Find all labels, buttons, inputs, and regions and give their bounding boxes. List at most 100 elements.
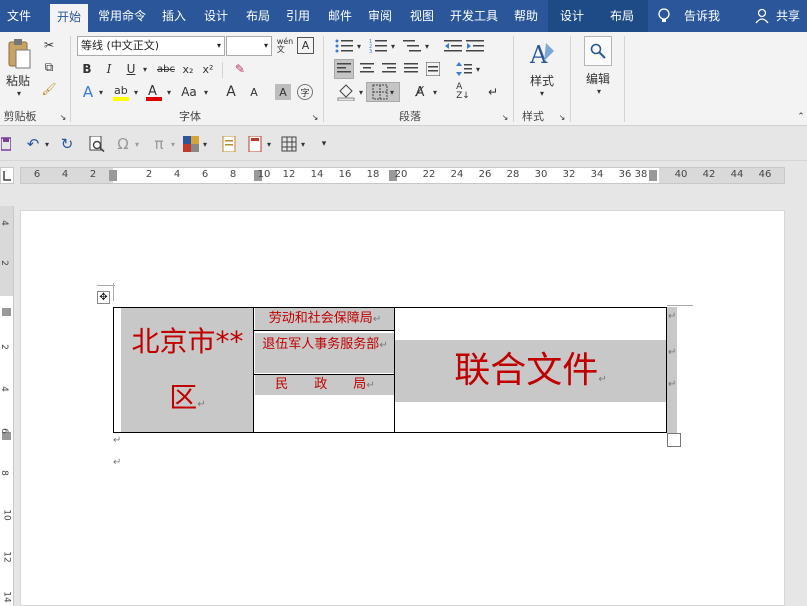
- dialog-launcher-icon[interactable]: ↘: [557, 112, 567, 122]
- bullets-icon[interactable]: [334, 36, 354, 56]
- row-marker[interactable]: [2, 308, 11, 316]
- search-icon[interactable]: [584, 36, 612, 66]
- paste-button[interactable]: 粘贴: [2, 72, 34, 88]
- tab-home[interactable]: 开始: [50, 4, 88, 32]
- paste-icon[interactable]: [6, 38, 32, 70]
- font-color-icon[interactable]: A: [144, 82, 164, 102]
- chevron-down-icon[interactable]: ▾: [265, 135, 273, 153]
- table-grid-icon[interactable]: [280, 135, 298, 153]
- chevron-down-icon[interactable]: ▾: [474, 59, 482, 79]
- chevron-down-icon[interactable]: ▾: [140, 60, 150, 78]
- column-marker[interactable]: [109, 170, 117, 181]
- character-shading-icon[interactable]: A: [275, 84, 291, 100]
- tab-developer[interactable]: 开发工具: [446, 0, 502, 32]
- share-button[interactable]: 共享: [772, 0, 804, 32]
- character-border-icon[interactable]: A: [297, 37, 314, 54]
- chevron-down-icon[interactable]: ▾: [165, 82, 173, 102]
- chevron-down-icon[interactable]: ▾: [355, 36, 363, 56]
- sort-icon[interactable]: A Z↓: [454, 82, 472, 102]
- chevron-down-icon[interactable]: ▾: [537, 88, 547, 98]
- tab-file[interactable]: 文件: [0, 0, 38, 32]
- tab-table-design[interactable]: 设计: [548, 0, 596, 32]
- shading-icon[interactable]: [336, 82, 356, 102]
- tab-insert[interactable]: 插入: [156, 0, 192, 32]
- dialog-launcher-icon[interactable]: ↘: [310, 112, 320, 122]
- print-preview-icon[interactable]: [88, 135, 106, 153]
- chevron-down-icon[interactable]: ▾: [97, 82, 105, 102]
- tab-view[interactable]: 视图: [404, 0, 440, 32]
- chevron-down-icon[interactable]: ▾: [43, 135, 51, 153]
- chevron-down-icon[interactable]: ▾: [169, 135, 177, 153]
- copy-icon[interactable]: ⧉: [40, 58, 58, 76]
- font-name-select[interactable]: 等线 (中文正文) ▾: [77, 36, 225, 56]
- asian-layout-icon[interactable]: A̸: [410, 82, 430, 102]
- italic-button[interactable]: I: [101, 60, 117, 78]
- superscript-button[interactable]: x²: [200, 60, 216, 78]
- cut-icon[interactable]: ✂: [40, 36, 58, 54]
- tab-design[interactable]: 设计: [198, 0, 234, 32]
- chevron-down-icon[interactable]: ▾: [133, 135, 141, 153]
- distributed-icon[interactable]: [423, 59, 443, 79]
- subscript-button[interactable]: x₂: [180, 60, 196, 78]
- document-icon[interactable]: [220, 135, 238, 153]
- chevron-down-icon[interactable]: ▾: [132, 82, 140, 102]
- chevron-down-icon[interactable]: ▾: [431, 82, 439, 102]
- enclose-character-icon[interactable]: 字: [297, 84, 313, 100]
- clear-formatting-icon[interactable]: ✎: [230, 60, 250, 78]
- chevron-down-icon[interactable]: ▾: [202, 82, 210, 102]
- tab-common-commands[interactable]: 常用命令: [92, 0, 152, 32]
- horizontal-ruler[interactable]: 6 4 2 2 4 6 8 10 12 14 16 18 20 22 24 26…: [20, 167, 785, 184]
- equation-icon[interactable]: π: [150, 135, 168, 153]
- change-case-button[interactable]: Aa: [178, 82, 200, 102]
- header-footer-icon[interactable]: [246, 135, 264, 153]
- cell-joint-document[interactable]: 联合文件↵: [395, 340, 666, 402]
- tab-references[interactable]: 引用: [280, 0, 316, 32]
- cell-veterans-service[interactable]: 退伍军人事务服务部↵: [255, 333, 395, 373]
- bold-button[interactable]: B: [79, 60, 95, 78]
- document-table[interactable]: 北京市**区↵ 劳动和社会保障局↵ 退伍军人事务服务部↵ 民 政 局↵ 联合文件…: [113, 307, 667, 433]
- align-right-icon[interactable]: [379, 59, 399, 79]
- increase-indent-icon[interactable]: [466, 36, 484, 56]
- save-icon[interactable]: [0, 135, 12, 153]
- undo-icon[interactable]: ↶: [24, 135, 42, 153]
- strikethrough-button[interactable]: abc: [156, 60, 176, 78]
- table-resize-handle[interactable]: [667, 433, 681, 447]
- align-center-icon[interactable]: [357, 59, 377, 79]
- styles-button[interactable]: 样式: [522, 72, 562, 88]
- cell-beijing-district[interactable]: 北京市**区↵: [121, 308, 254, 432]
- table-style-icon[interactable]: [182, 135, 200, 153]
- cell-labor-bureau[interactable]: 劳动和社会保障局↵: [255, 308, 395, 330]
- tab-help[interactable]: 帮助: [508, 0, 544, 32]
- tab-layout[interactable]: 布局: [240, 0, 276, 32]
- chevron-down-icon[interactable]: ▾: [594, 86, 604, 96]
- chevron-down-icon[interactable]: ▾: [389, 36, 397, 56]
- chevron-down-icon[interactable]: ▾: [201, 135, 209, 153]
- tab-selector-icon[interactable]: [0, 167, 14, 184]
- tab-review[interactable]: 审阅: [362, 0, 398, 32]
- collapse-ribbon-icon[interactable]: ⌃: [796, 112, 806, 122]
- customize-toolbar-icon[interactable]: ▾: [318, 135, 330, 153]
- font-size-select[interactable]: ▾: [226, 36, 272, 56]
- tab-table-layout[interactable]: 布局: [596, 0, 648, 32]
- justify-icon[interactable]: [401, 59, 421, 79]
- numbering-icon[interactable]: 123: [368, 36, 388, 56]
- editing-button[interactable]: 编辑: [578, 70, 618, 86]
- chevron-down-icon[interactable]: ▾: [299, 135, 307, 153]
- phonetic-guide-icon[interactable]: wén 文: [276, 36, 294, 56]
- chevron-down-icon[interactable]: ▾: [423, 36, 431, 56]
- text-effects-icon[interactable]: A: [80, 82, 96, 102]
- symbol-icon[interactable]: Ω: [114, 135, 132, 153]
- format-painter-icon[interactable]: 🖌: [40, 80, 58, 98]
- styles-icon[interactable]: A: [527, 38, 557, 70]
- vertical-ruler[interactable]: 4 2 2 4 6 8 10 12 14: [0, 206, 14, 606]
- dialog-launcher-icon[interactable]: ↘: [500, 112, 510, 122]
- tab-mailings[interactable]: 邮件: [322, 0, 358, 32]
- document-page[interactable]: ✥ 北京市**区↵ 劳动和社会保障局↵ 退伍军人事务服务部↵ 民 政 局↵ 联合…: [20, 210, 785, 606]
- chevron-down-icon[interactable]: ▾: [357, 82, 365, 102]
- decrease-indent-icon[interactable]: [444, 36, 462, 56]
- shrink-font-button[interactable]: A: [245, 82, 263, 102]
- cell-civil-affairs[interactable]: 民 政 局↵: [255, 375, 395, 395]
- tell-me-search[interactable]: 告诉我: [680, 0, 724, 32]
- multilevel-list-icon[interactable]: [402, 36, 422, 56]
- dialog-launcher-icon[interactable]: ↘: [58, 112, 68, 122]
